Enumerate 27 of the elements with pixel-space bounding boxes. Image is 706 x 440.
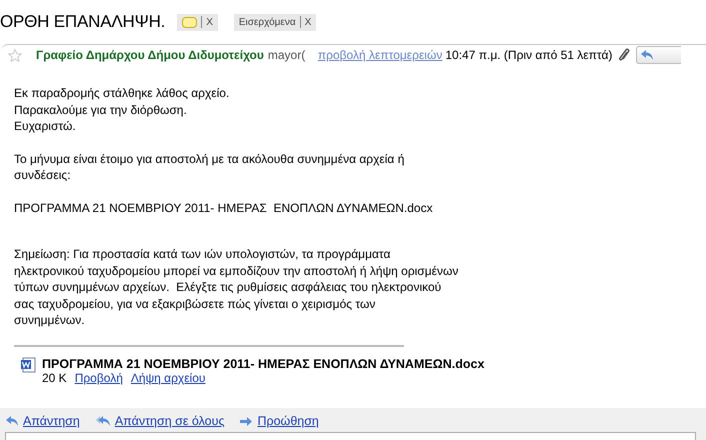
show-details-link[interactable]: προβολή λεπτομερειών [318, 48, 442, 62]
message-paragraph: Το μήνυμα είναι έτοιμο για αποστολή με τα ακόλουθα συνημμένα αρχεία ή συνδέσεις: [14, 150, 406, 184]
reply-arrow-icon [6, 416, 19, 426]
word-document-icon [20, 356, 36, 372]
sender-name: Γραφείο Δημάρχου Δήμου Διδυμοτείχου [36, 48, 264, 62]
remove-label-button[interactable]: X [304, 16, 312, 28]
reply-all-arrow-icon [96, 416, 111, 426]
message-time: 10:47 π.μ. (Πριν από 51 λεπτά) [445, 48, 612, 62]
star-icon[interactable] [8, 48, 22, 62]
reply-arrow-icon [641, 50, 654, 60]
message-subject: ΟΡΘΗ ΕΠΑΝΑΛΗΨΗ. [0, 12, 166, 32]
attachment-filename: ΠΡΟΓΡΑΜΜΑ 21 ΝΟΕΜΒΡΙΟΥ 2011- ΗΜΕΡΑΣ ΕΝΟΠΛΩΝ ΔΥΝΑΜΕΩΝ.docx [42, 356, 484, 370]
label-text: Εισερχόμενα [238, 16, 296, 28]
reply-all-link[interactable]: Απάντηση σε όλους [114, 414, 224, 428]
reply-link[interactable]: Απάντηση [23, 414, 80, 428]
download-attachment-link[interactable]: Λήψη αρχείου [130, 370, 206, 384]
paperclip-icon [618, 48, 630, 62]
message-paragraph: Εκ παραδρομής στάλθηκε λάθος αρχείο. Παρακαλούμε για την διόρθωση. Ευχαριστώ. [14, 85, 230, 134]
reply-button[interactable] [636, 46, 682, 64]
sender-address: mayor( [268, 48, 306, 62]
forward-arrow-icon [240, 416, 254, 426]
message-paragraph: ΠΡΟΓΡΑΜΜΑ 21 ΝΟΕΜΒΡΙΟΥ 2011- ΗΜΕΡΑΣ ΕΝΟΠΛΩΝ ΔΥΝΑΜΕΩΝ.docx [14, 200, 434, 216]
view-attachment-link[interactable]: Προβολή [74, 370, 123, 384]
attachment-size: 20 K [42, 370, 67, 384]
remove-label-button[interactable]: X [206, 16, 213, 28]
message-paragraph: Σημείωση: Για προστασία κατά των ιών υπολογιστών, τα προγράμματα ηλεκτρονικού ταχυδρομείου μπορεί να εμποδίζουν την αποστολή ή λήψη ορισμένων τύπων συνημμένων αρχείων. Ελέγξτε τις ρυθμίσεις ασφάλειας του ηλεκτρονικού σας ταχυδρομείου, για να εξακριβώσετε πώς γίνεται ο χειρισμός των συνημμένων. [14, 246, 460, 328]
forward-link[interactable]: Προώθηση [257, 414, 319, 428]
